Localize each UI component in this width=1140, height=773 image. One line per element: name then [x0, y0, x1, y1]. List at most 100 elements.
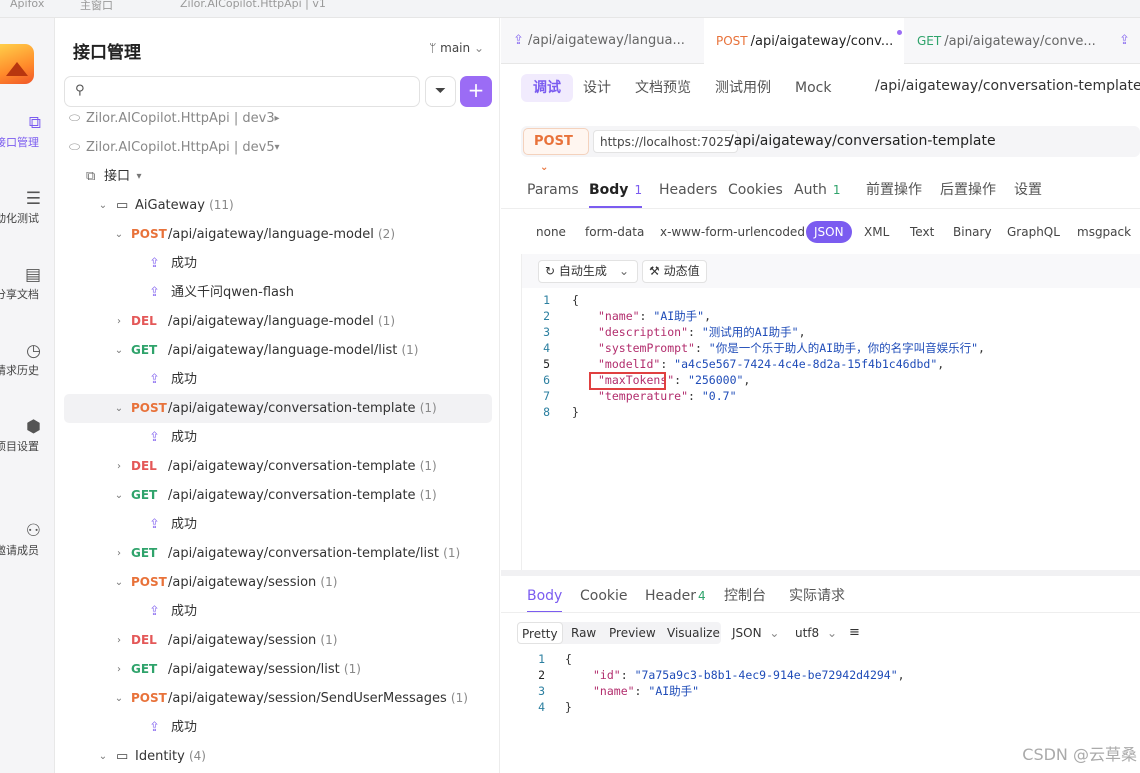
tab-auth[interactable]: Auth 1: [794, 178, 840, 202]
tree-api-item[interactable]: › DEL/api/aigateway/language-model (1): [64, 307, 492, 336]
api-sidebar: 接口管理 ᛘ main ⌄ ⚲ ⏷ + ⬭ Zilor.AICopilot.Htt…: [56, 18, 500, 773]
panel-divider[interactable]: [501, 570, 1140, 576]
tab-cookies[interactable]: Cookies: [728, 178, 783, 202]
tree-example-item[interactable]: ⇪ 成功: [64, 510, 492, 539]
tab-params[interactable]: Params: [527, 178, 579, 202]
chevron-down-icon: ⌄: [114, 490, 124, 501]
body-type-msgpack[interactable]: msgpack: [1077, 221, 1131, 243]
tree-api-item[interactable]: ⌄ GET/api/aigateway/conversation-template…: [64, 481, 492, 510]
tab-body[interactable]: Body 1: [589, 178, 643, 208]
tree-api-item[interactable]: › GET/api/aigateway/session/list (1): [64, 655, 492, 684]
tree-api-item[interactable]: ⌄ GET/api/aigateway/language-model/list (…: [64, 336, 492, 365]
body-type-form-data[interactable]: form-data: [585, 221, 644, 243]
api-icon: ⧉: [28, 113, 41, 133]
wrap-lines-icon[interactable]: ≡: [849, 622, 860, 644]
dynamic-value-button[interactable]: ⚒ 动态值: [642, 260, 707, 283]
tab-get-conversation-template[interactable]: GET/api/aigateway/conve...: [917, 18, 1105, 64]
branch-selector[interactable]: ᛘ main ⌄: [429, 41, 484, 55]
host-env[interactable]: https://localhost:7025: [593, 130, 739, 153]
resp-tab-header[interactable]: Header 4: [645, 583, 706, 609]
tree-api-item[interactable]: › DEL/api/aigateway/session (1): [64, 626, 492, 655]
tree-folder[interactable]: ⬭ Zilor.AICopilot.HttpApi | dev5 ▾: [64, 133, 492, 162]
tree-example-item[interactable]: ⇪ 成功: [64, 423, 492, 452]
tab-post-processors[interactable]: 后置操作: [940, 178, 996, 202]
chevron-down-icon: ⌄: [827, 626, 838, 640]
chevron-down-icon: ⌄: [114, 403, 124, 414]
tree-example-item[interactable]: ⇪ 通义千问qwen-flash: [64, 278, 492, 307]
tree-api-item[interactable]: › DEL/api/aigateway/conversation-template…: [64, 452, 492, 481]
tree-folder[interactable]: ⬭ Zilor.AICopilot.HttpApi | dev3 ▸: [64, 104, 492, 133]
view-preview[interactable]: Preview: [605, 622, 660, 644]
tree-example-item[interactable]: ⇪ 成功: [64, 713, 492, 742]
tab-design[interactable]: 设计: [583, 74, 611, 102]
tab-headers[interactable]: Headers: [659, 178, 717, 202]
format-select[interactable]: JSON ⌄: [732, 622, 779, 644]
request-icon: ⇪: [513, 33, 524, 48]
tree-api-item[interactable]: › GET/api/aigateway/conversation-template…: [64, 539, 492, 568]
rail-item-settings[interactable]: ⬢ 项目设置: [0, 416, 55, 454]
body-type-none[interactable]: none: [536, 221, 566, 243]
body-type-json[interactable]: JSON: [806, 221, 852, 243]
view-raw[interactable]: Raw: [567, 622, 600, 644]
app-name: Apifox: [10, 0, 45, 10]
body-type-xml[interactable]: XML: [864, 221, 889, 243]
tree-group[interactable]: ⧉ 接口 ▾: [64, 162, 492, 191]
resp-tab-console[interactable]: 控制台: [724, 583, 766, 609]
rail-item-history[interactable]: ◷ 请求历史: [0, 340, 55, 378]
add-button[interactable]: +: [460, 76, 492, 107]
home-tab[interactable]: 主窗口: [80, 0, 113, 13]
chevron-right-icon: ›: [117, 664, 121, 675]
view-visualize[interactable]: Visualize: [663, 622, 724, 644]
clock-icon: ◷: [26, 341, 41, 361]
search-input[interactable]: ⚲: [64, 76, 420, 107]
rail-item-autotest[interactable]: ☰ 自动化测试: [0, 188, 55, 226]
body-type-binary[interactable]: Binary: [953, 221, 992, 243]
body-type-graphql[interactable]: GraphQL: [1007, 221, 1060, 243]
tree-api-item[interactable]: ⌄ POST/api/aigateway/conversation-templat…: [64, 394, 492, 423]
tab-post-conversation-template[interactable]: POST/api/aigateway/conv...: [704, 18, 904, 65]
view-pretty[interactable]: Pretty: [517, 622, 563, 644]
resp-tab-body[interactable]: Body: [527, 583, 563, 613]
chevron-down-icon: ⌄: [619, 264, 630, 278]
rail-item-api[interactable]: ⧉ 接口管理: [0, 112, 55, 150]
filter-button[interactable]: ⏷: [425, 76, 456, 107]
tree-api-item[interactable]: ⌄ POST/api/aigateway/session (1): [64, 568, 492, 597]
rail-item-invite[interactable]: ⚇ 邀请成员: [0, 520, 55, 558]
body-editor[interactable]: ↻ 自动生成 ⌄ ⚒ 动态值 1{2 "name": "AI助手", 3 "descr…: [521, 254, 1140, 570]
tree-example-item[interactable]: ⇪ 成功: [64, 597, 492, 626]
book-icon: ▤: [24, 265, 41, 285]
tree-api-item[interactable]: ⌄ POST/api/aigateway/language-model (2): [64, 220, 492, 249]
tree-directory[interactable]: ⌄ ▭ AiGateway (11): [64, 191, 492, 220]
tab-debug[interactable]: 调试: [521, 74, 573, 102]
tab-overflow[interactable]: ⇪: [1119, 18, 1140, 64]
body-type-text[interactable]: Text: [910, 221, 934, 243]
tab-pre-processors[interactable]: 前置操作: [866, 178, 922, 202]
api-icon: ⧉: [86, 169, 96, 184]
sidebar-title: 接口管理: [73, 43, 141, 63]
encoding-select[interactable]: utf8 ⌄: [795, 622, 837, 644]
tab-doc-preview[interactable]: 文档预览: [635, 74, 691, 102]
method-select[interactable]: POST ⌄: [523, 128, 589, 173]
tab-test-cases[interactable]: 测试用例: [715, 74, 771, 102]
tree-directory[interactable]: ⌄ ▭ Identity (4): [64, 742, 492, 771]
tree-example-item[interactable]: ⇪ 成功: [64, 365, 492, 394]
tree-api-item[interactable]: ⌄ POST/api/aigateway/session/SendUserMess…: [64, 684, 492, 713]
tab-settings[interactable]: 设置: [1014, 178, 1042, 202]
refresh-icon: ↻: [545, 264, 556, 278]
chevron-down-icon: ⌄: [98, 751, 108, 762]
project-tab[interactable]: Zilor.AICopilot.HttpApi | v1: [180, 0, 326, 10]
auto-generate-button[interactable]: ↻ 自动生成 ⌄: [538, 260, 638, 283]
tab-mock[interactable]: Mock: [795, 74, 831, 102]
resp-tab-actual-request[interactable]: 实际请求: [789, 583, 845, 609]
main-panel: ⇪ /api/aigateway/langua... POST/api/aiga…: [501, 18, 1140, 773]
magic-wand-icon: ⚒: [649, 264, 660, 278]
tab-language-model[interactable]: ⇪ /api/aigateway/langua...: [513, 18, 703, 64]
chevron-down-icon: ⌄: [114, 345, 124, 356]
body-type-urlencoded[interactable]: x-www-form-urlencoded: [660, 221, 805, 243]
resp-tab-cookie[interactable]: Cookie: [580, 583, 628, 609]
chevron-right-icon: ›: [117, 316, 121, 327]
rail-item-share-docs[interactable]: ▤ 分享文档: [0, 264, 55, 302]
tree-example-item[interactable]: ⇪ 成功: [64, 249, 492, 278]
url-path-input[interactable]: /api/aigateway/conversation-template: [729, 126, 996, 157]
divider: [501, 612, 1140, 613]
